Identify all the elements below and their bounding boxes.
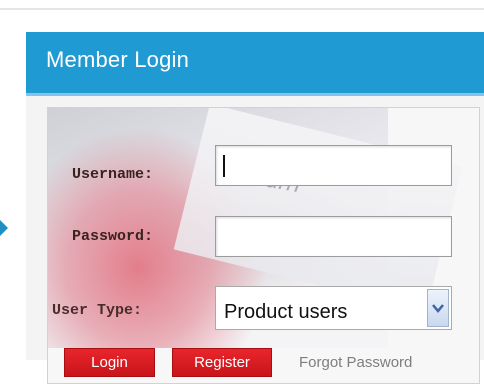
member-login-panel: Member Login return Username: Password: … (26, 32, 484, 384)
chevron-down-icon[interactable] (427, 289, 449, 327)
arrow-right-icon (0, 220, 8, 236)
login-button[interactable]: Login (64, 348, 155, 377)
password-label: Password: (72, 228, 154, 245)
username-input[interactable] (215, 145, 452, 186)
user-type-selected-value: Product users (224, 301, 348, 323)
forgot-password-link[interactable]: Forgot Password (299, 354, 412, 371)
username-label: Username: (72, 166, 154, 183)
register-button[interactable]: Register (172, 348, 272, 377)
panel-title: Member Login (46, 47, 190, 72)
text-caret (223, 155, 225, 177)
password-input[interactable] (215, 216, 452, 257)
top-divider (0, 8, 484, 10)
user-type-label: User Type: (52, 302, 143, 319)
login-form: return Username: Password: User Type: Pr… (47, 107, 480, 384)
panel-header: Member Login (26, 32, 484, 96)
user-type-select[interactable]: Product users (215, 286, 452, 330)
